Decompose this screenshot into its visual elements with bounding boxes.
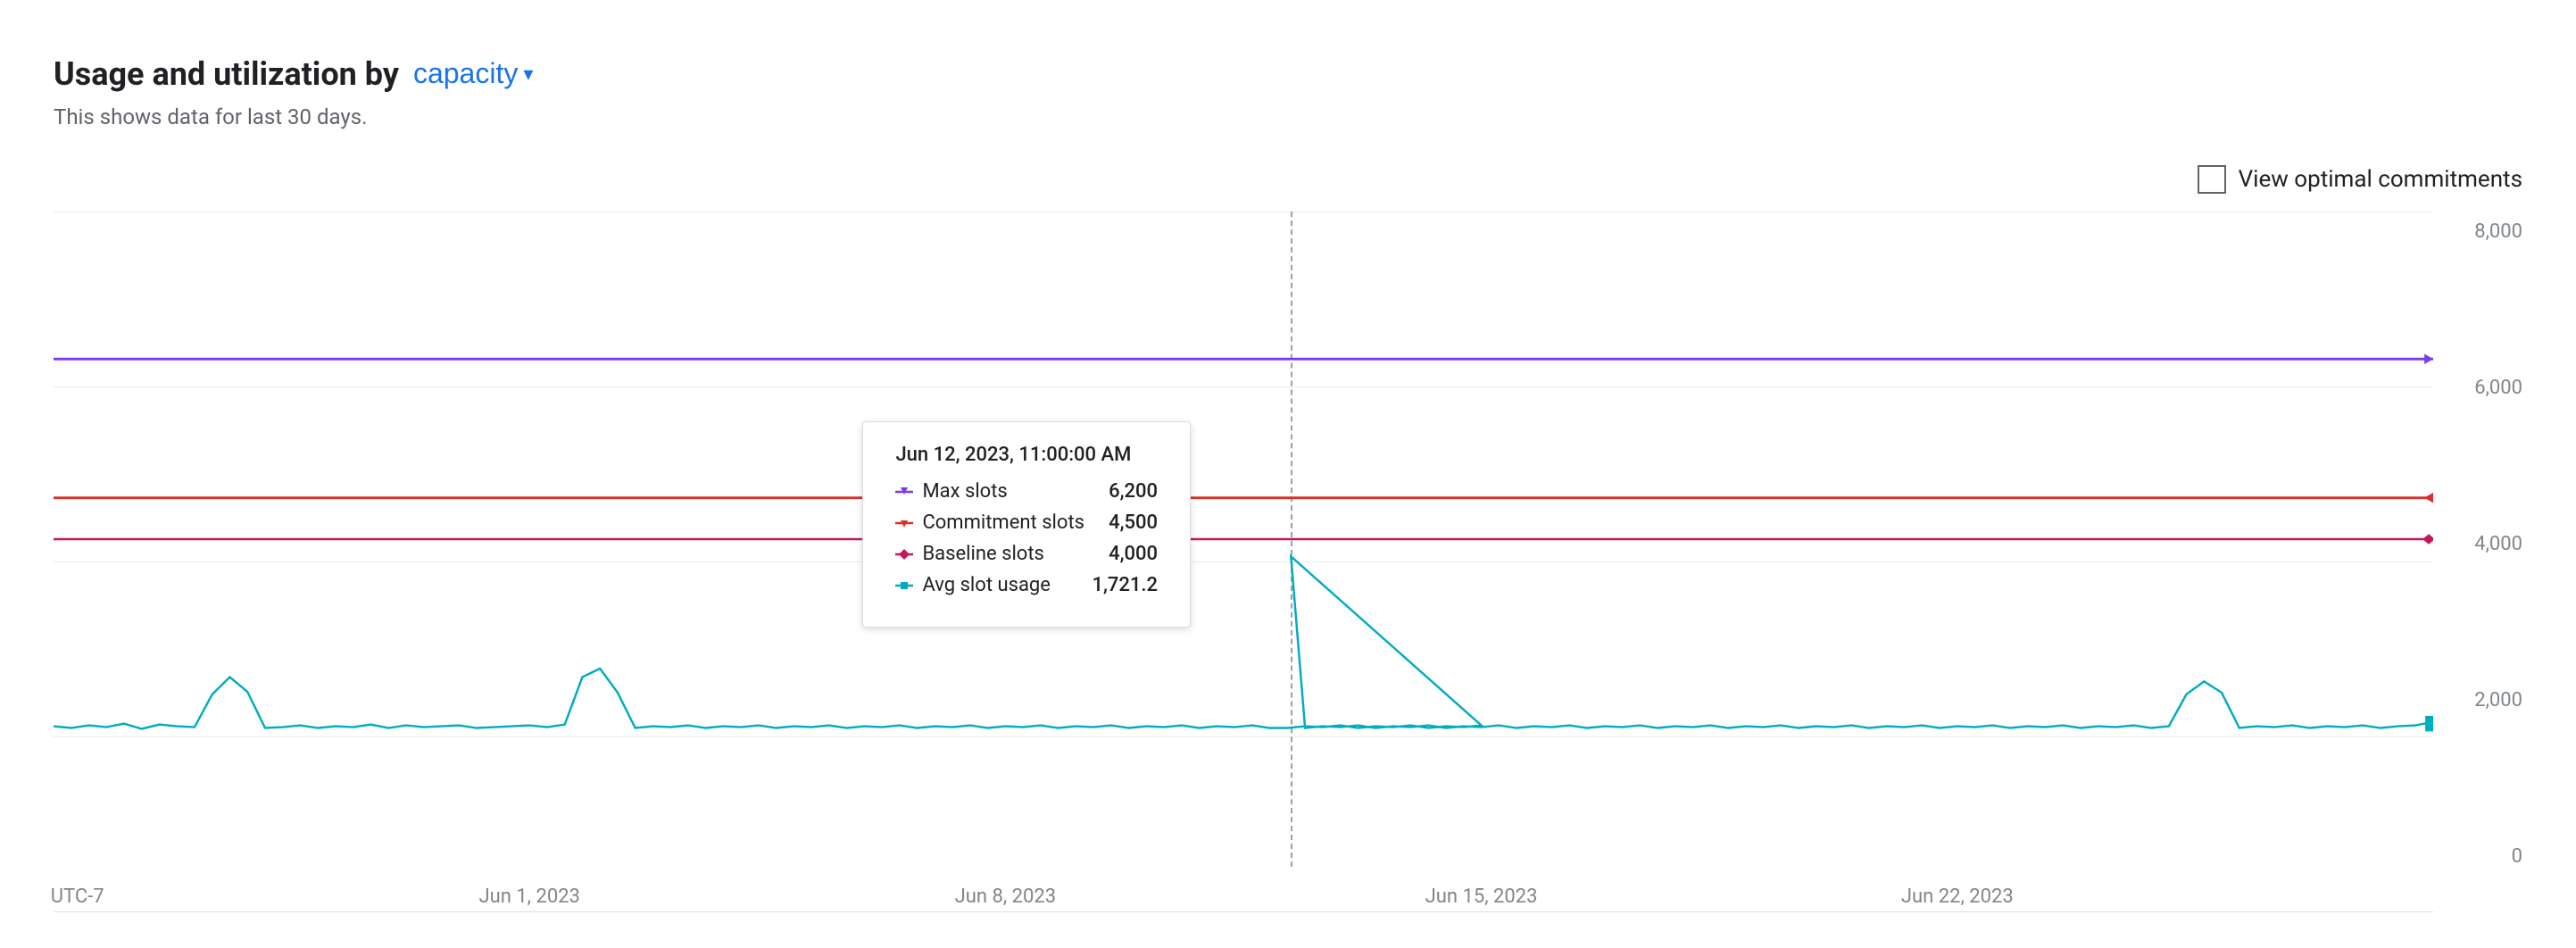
avg-slot-usage-icon bbox=[895, 577, 913, 595]
commitment-slots-value: 4,500 bbox=[1109, 511, 1158, 534]
x-label-jun22: Jun 22, 2023 bbox=[1901, 886, 2014, 908]
y-label-6000: 6,000 bbox=[2474, 377, 2522, 399]
max-slots-value: 6,200 bbox=[1109, 480, 1158, 503]
avg-slot-usage-value: 1,721.2 bbox=[1092, 574, 1158, 596]
y-label-0: 0 bbox=[2512, 845, 2522, 868]
baseline-slots-icon bbox=[895, 545, 913, 563]
chart-tooltip: Jun 12, 2023, 11:00:00 AM Max slots 6,20… bbox=[862, 421, 1191, 628]
page: Usage and utilization by capacity ▾ This… bbox=[0, 0, 2576, 948]
tooltip-row-avg-slot-usage: Avg slot usage 1,721.2 bbox=[895, 574, 1158, 596]
x-label-jun1: Jun 1, 2023 bbox=[478, 886, 579, 908]
chart-subtitle: This shows data for last 30 days. bbox=[54, 104, 2522, 129]
x-axis: UTC-7 Jun 1, 2023 Jun 8, 2023 Jun 15, 20… bbox=[54, 867, 2433, 911]
y-axis: 8,000 6,000 4,000 2,000 0 bbox=[2433, 212, 2522, 912]
chart-svg bbox=[54, 212, 2433, 867]
tooltip-row-max-slots: Max slots 6,200 bbox=[895, 480, 1158, 503]
chart-title: Usage and utilization by bbox=[54, 55, 399, 93]
avg-slot-usage-legend: Avg slot usage bbox=[895, 574, 1074, 596]
capacity-dropdown[interactable]: capacity ▾ bbox=[406, 54, 540, 94]
commitment-slots-label: Commitment slots bbox=[922, 511, 1084, 534]
tooltip-row-commitment-slots: Commitment slots 4,500 bbox=[895, 511, 1158, 534]
avg-slot-usage-label: Avg slot usage bbox=[922, 574, 1051, 596]
commitment-slots-legend: Commitment slots bbox=[895, 511, 1084, 534]
max-slots-legend: Max slots bbox=[895, 480, 1074, 503]
x-label-jun15: Jun 15, 2023 bbox=[1425, 886, 1538, 908]
commitment-slots-icon bbox=[895, 514, 913, 532]
dropdown-label: capacity bbox=[413, 57, 518, 90]
baseline-slots-label: Baseline slots bbox=[922, 543, 1043, 565]
baseline-slots-legend: Baseline slots bbox=[895, 543, 1074, 565]
x-label-utc7: UTC-7 bbox=[51, 886, 104, 908]
chart-plot: Jun 12, 2023, 11:00:00 AM Max slots 6,20… bbox=[54, 212, 2433, 912]
y-label-8000: 8,000 bbox=[2474, 220, 2522, 243]
chart-area: Jun 12, 2023, 11:00:00 AM Max slots 6,20… bbox=[54, 212, 2522, 912]
chevron-down-icon: ▾ bbox=[523, 62, 533, 86]
chart-header: Usage and utilization by capacity ▾ bbox=[54, 54, 2522, 94]
optimal-commitments-checkbox[interactable] bbox=[2198, 165, 2226, 194]
x-label-jun8: Jun 8, 2023 bbox=[955, 886, 1056, 908]
chart-controls: View optimal commitments bbox=[54, 165, 2522, 194]
optimal-commitments-label: View optimal commitments bbox=[2239, 166, 2522, 193]
max-slots-icon bbox=[895, 483, 913, 501]
max-slots-label: Max slots bbox=[922, 480, 1007, 503]
tooltip-title: Jun 12, 2023, 11:00:00 AM bbox=[895, 444, 1158, 466]
y-label-2000: 2,000 bbox=[2474, 689, 2522, 711]
y-label-4000: 4,000 bbox=[2474, 533, 2522, 555]
optimal-commitments-checkbox-label[interactable]: View optimal commitments bbox=[2198, 165, 2522, 194]
baseline-slots-value: 4,000 bbox=[1109, 543, 1158, 565]
tooltip-row-baseline-slots: Baseline slots 4,000 bbox=[895, 543, 1158, 565]
